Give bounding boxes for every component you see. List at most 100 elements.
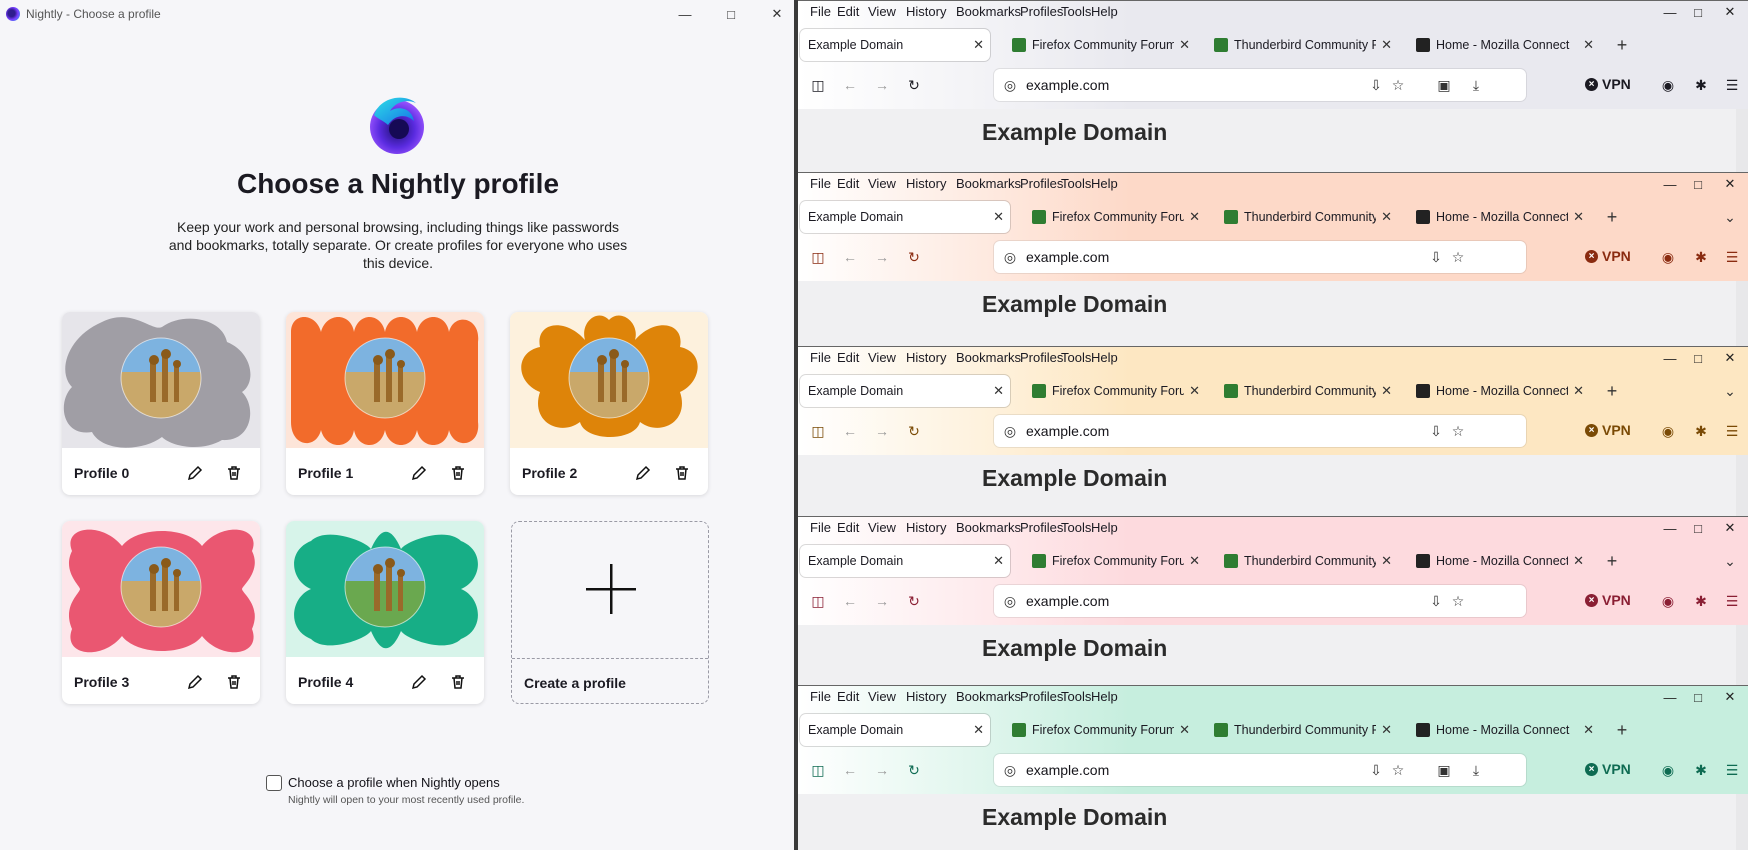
bookmark-star-icon[interactable]: ☆ — [1448, 591, 1468, 611]
delete-profile-button[interactable] — [669, 460, 695, 486]
account-icon[interactable]: ◉ — [1658, 75, 1678, 95]
menu-file[interactable]: File — [810, 176, 831, 191]
menu-help[interactable]: Help — [1091, 689, 1118, 704]
menu-history[interactable]: History — [906, 350, 946, 365]
close-tab-icon[interactable]: ✕ — [973, 722, 984, 738]
menu-view[interactable]: View — [868, 689, 896, 704]
maximize-button[interactable]: □ — [708, 0, 754, 28]
tab-active[interactable]: Example Domain ✕ — [800, 201, 1010, 233]
menu-profiles[interactable]: Profiles — [1020, 689, 1063, 704]
menu-bookmarks[interactable]: Bookmarks — [956, 4, 1021, 19]
menu-file[interactable]: File — [810, 520, 831, 535]
scrollbar[interactable] — [1736, 794, 1748, 850]
scrollbar[interactable] — [1736, 109, 1748, 172]
list-tabs-chevron-icon[interactable]: ⌄ — [1720, 207, 1740, 227]
bookmark-star-icon[interactable]: ☆ — [1388, 75, 1408, 95]
close-tab-icon[interactable]: ✕ — [1381, 209, 1392, 225]
close-button[interactable]: ✕ — [1710, 517, 1748, 539]
account-icon[interactable]: ◉ — [1658, 591, 1678, 611]
menu-history[interactable]: History — [906, 4, 946, 19]
scrollbar[interactable] — [1736, 625, 1748, 685]
back-arrow-icon[interactable]: ← — [840, 760, 860, 780]
back-arrow-icon[interactable]: ← — [840, 247, 860, 267]
menu-tools[interactable]: Tools — [1061, 689, 1091, 704]
menu-hamburger-icon[interactable]: ☰ — [1722, 247, 1742, 267]
tab-1[interactable]: Firefox Community Forum | Mozilla Suppor… — [1002, 714, 1196, 746]
sidebar-icon[interactable]: ◫ — [808, 760, 828, 780]
url-bar[interactable]: ◎ example.com ⇩ ☆ — [994, 241, 1526, 273]
tab-3[interactable]: Home - Mozilla Connect ✕ — [1406, 714, 1600, 746]
close-tab-icon[interactable]: ✕ — [1189, 209, 1200, 225]
url-bar[interactable]: ◎ example.com ⇩ ☆ — [994, 415, 1526, 447]
list-tabs-chevron-icon[interactable]: ⌄ — [1720, 551, 1740, 571]
tab-1[interactable]: Firefox Community Forum | Mozilla Suppor… — [1022, 375, 1206, 407]
extensions-icon[interactable]: ✱ — [1691, 75, 1711, 95]
menu-edit[interactable]: Edit — [837, 689, 859, 704]
forward-arrow-icon[interactable]: → — [872, 75, 892, 95]
extensions-icon[interactable]: ✱ — [1691, 247, 1711, 267]
close-tab-icon[interactable]: ✕ — [1573, 383, 1584, 399]
new-tab-plus-icon[interactable]: + — [1612, 35, 1632, 55]
tab-3[interactable]: Home - Mozilla Connect ✕ — [1406, 201, 1590, 233]
save-to-pocket-icon[interactable]: ⇩ — [1426, 421, 1446, 441]
close-tab-icon[interactable]: ✕ — [1573, 209, 1584, 225]
tab-2[interactable]: Thunderbird Community Forum ✕ — [1204, 29, 1398, 61]
tab-1[interactable]: Firefox Community Forum | Mozilla Suppor… — [1002, 29, 1196, 61]
menu-view[interactable]: View — [868, 4, 896, 19]
menu-tools[interactable]: Tools — [1061, 4, 1091, 19]
sidebar-icon[interactable]: ◫ — [808, 75, 828, 95]
forward-arrow-icon[interactable]: → — [872, 760, 892, 780]
tab-3[interactable]: Home - Mozilla Connect ✕ — [1406, 375, 1590, 407]
close-tab-icon[interactable]: ✕ — [1179, 722, 1190, 738]
menu-history[interactable]: History — [906, 176, 946, 191]
menu-edit[interactable]: Edit — [837, 176, 859, 191]
menu-view[interactable]: View — [868, 520, 896, 535]
close-tab-icon[interactable]: ✕ — [1583, 37, 1594, 53]
save-to-pocket-icon[interactable]: ⇩ — [1366, 75, 1386, 95]
close-button[interactable]: ✕ — [1710, 1, 1748, 23]
tab-2[interactable]: Thunderbird Community Forum ✕ — [1214, 201, 1398, 233]
menu-hamburger-icon[interactable]: ☰ — [1722, 760, 1742, 780]
tabs-view-icon[interactable]: ▣ — [1434, 760, 1454, 780]
new-tab-plus-icon[interactable]: + — [1612, 720, 1632, 740]
back-arrow-icon[interactable]: ← — [840, 75, 860, 95]
menu-tools[interactable]: Tools — [1061, 176, 1091, 191]
scrollbar[interactable] — [1736, 281, 1748, 346]
download-icon[interactable]: ⤓ — [1466, 75, 1486, 95]
back-arrow-icon[interactable]: ← — [840, 591, 860, 611]
vpn-button[interactable]: × VPN — [1585, 76, 1631, 92]
edit-profile-button[interactable] — [182, 669, 208, 695]
minimize-button[interactable]: — — [662, 0, 708, 28]
menu-hamburger-icon[interactable]: ☰ — [1722, 75, 1742, 95]
bookmark-star-icon[interactable]: ☆ — [1388, 760, 1408, 780]
close-tab-icon[interactable]: ✕ — [993, 553, 1004, 569]
new-tab-plus-icon[interactable]: + — [1602, 551, 1622, 571]
menu-bookmarks[interactable]: Bookmarks — [956, 520, 1021, 535]
close-tab-icon[interactable]: ✕ — [1189, 383, 1200, 399]
close-tab-icon[interactable]: ✕ — [993, 383, 1004, 399]
menu-hamburger-icon[interactable]: ☰ — [1722, 591, 1742, 611]
menu-profiles[interactable]: Profiles — [1020, 4, 1063, 19]
tab-2[interactable]: Thunderbird Community Forum ✕ — [1214, 375, 1398, 407]
menu-help[interactable]: Help — [1091, 4, 1118, 19]
new-tab-plus-icon[interactable]: + — [1602, 207, 1622, 227]
tab-3[interactable]: Home - Mozilla Connect ✕ — [1406, 29, 1600, 61]
menu-edit[interactable]: Edit — [837, 4, 859, 19]
delete-profile-button[interactable] — [221, 460, 247, 486]
url-bar[interactable]: ◎ example.com ⇩ ☆ — [994, 585, 1526, 617]
account-icon[interactable]: ◉ — [1658, 247, 1678, 267]
close-tab-icon[interactable]: ✕ — [1381, 383, 1392, 399]
reload-icon[interactable]: ↻ — [904, 760, 924, 780]
shield-icon[interactable]: ◎ — [1000, 591, 1020, 611]
profile-card-3[interactable]: Profile 3 — [62, 521, 260, 704]
save-to-pocket-icon[interactable]: ⇩ — [1426, 591, 1446, 611]
menu-tools[interactable]: Tools — [1061, 350, 1091, 365]
menu-profiles[interactable]: Profiles — [1020, 520, 1063, 535]
profile-card-4[interactable]: Profile 4 — [286, 521, 484, 704]
close-tab-icon[interactable]: ✕ — [973, 37, 984, 53]
extensions-icon[interactable]: ✱ — [1691, 421, 1711, 441]
profile-card-2[interactable]: Profile 2 — [510, 312, 708, 495]
vpn-button[interactable]: × VPN — [1585, 761, 1631, 777]
back-arrow-icon[interactable]: ← — [840, 421, 860, 441]
shield-icon[interactable]: ◎ — [1000, 421, 1020, 441]
